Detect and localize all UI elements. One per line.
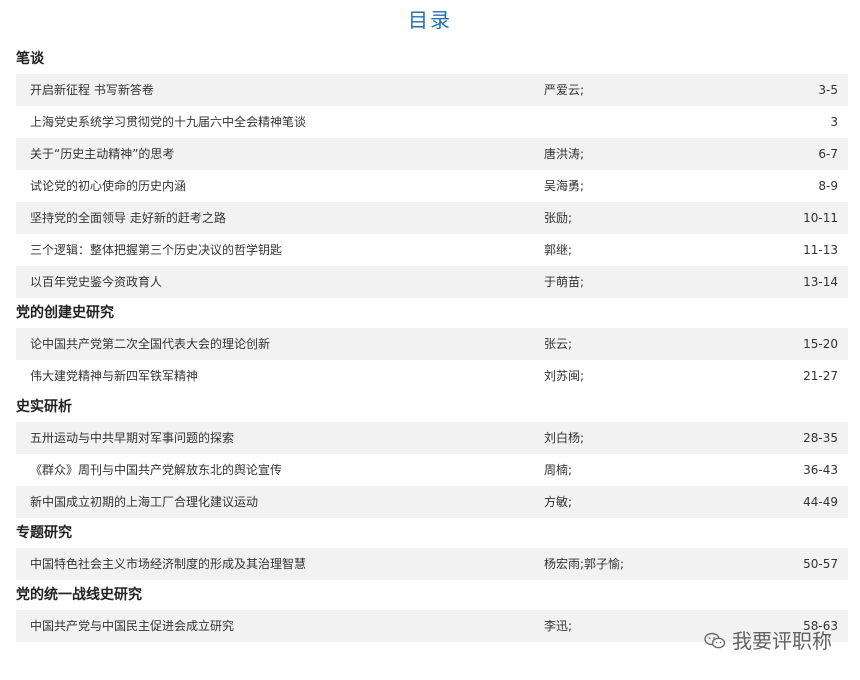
article-pages: 44-49	[803, 495, 838, 509]
article-title-link[interactable]: 五卅运动与中共早期对军事问题的探索	[30, 422, 234, 454]
article-author: 张励;	[544, 211, 573, 225]
article-title-link[interactable]: 新中国成立初期的上海工厂合理化建议运动	[30, 486, 258, 518]
article-author: 方敏;	[544, 495, 573, 509]
section-historical-analysis: 史实研析 五卅运动与中共早期对军事问题的探索 刘白杨; 28-35 《群众》周刊…	[16, 392, 848, 518]
article-title-link[interactable]: 三个逻辑：整体把握第三个历史决议的哲学钥匙	[30, 234, 282, 266]
article-pages: 10-11	[803, 211, 838, 225]
toc-row[interactable]: 三个逻辑：整体把握第三个历史决议的哲学钥匙 郭继; 11-13	[16, 234, 848, 266]
toc-row[interactable]: 上海党史系统学习贯彻党的十九届六中全会精神笔谈 3	[16, 106, 848, 138]
watermark-text: 我要评职称	[732, 629, 832, 653]
toc-row[interactable]: 以百年党史鉴今资政育人 于萌苗; 13-14	[16, 266, 848, 298]
article-pages: 21-27	[803, 369, 838, 383]
section-bitan: 笔谈 开启新征程 书写新答卷 严爱云; 3-5 上海党史系统学习贯彻党的十九届六…	[16, 44, 848, 298]
article-pages: 6-7	[818, 147, 838, 161]
article-author: 周楠;	[544, 463, 573, 477]
toc-row[interactable]: 伟大建党精神与新四军铁军精神 刘苏闽; 21-27	[16, 360, 848, 392]
article-title-link[interactable]: 中国特色社会主义市场经济制度的形成及其治理智慧	[30, 548, 306, 580]
section-party-founding-history: 党的创建史研究 论中国共产党第二次全国代表大会的理论创新 张云; 15-20 伟…	[16, 298, 848, 392]
article-title-link[interactable]: 以百年党史鉴今资政育人	[30, 266, 162, 298]
section-title: 专题研究	[16, 525, 72, 541]
toc-row[interactable]: 坚持党的全面领导 走好新的赶考之路 张励; 10-11	[16, 202, 848, 234]
article-author: 刘白杨;	[544, 431, 585, 445]
article-author: 唐洪涛;	[544, 147, 585, 161]
article-title-link[interactable]: 关于“历史主动精神”的思考	[30, 138, 174, 170]
article-pages: 50-57	[803, 557, 838, 571]
article-title-link[interactable]: 开启新征程 书写新答卷	[30, 74, 154, 106]
toc-row[interactable]: 《群众》周刊与中国共产党解放东北的舆论宣传 周楠; 36-43	[16, 454, 848, 486]
article-author: 郭继;	[544, 243, 573, 257]
page-title: 目录	[408, 8, 452, 32]
article-title-link[interactable]: 伟大建党精神与新四军铁军精神	[30, 360, 198, 392]
article-author: 张云;	[544, 337, 573, 351]
article-author: 于萌苗;	[544, 275, 585, 289]
article-pages: 3-5	[818, 83, 838, 97]
toc-row[interactable]: 开启新征程 书写新答卷 严爱云; 3-5	[16, 74, 848, 106]
article-author: 杨宏雨;郭子愉;	[544, 557, 625, 571]
article-author: 严爱云;	[544, 83, 585, 97]
article-title-link[interactable]: 《群众》周刊与中国共产党解放东北的舆论宣传	[30, 454, 282, 486]
section-title: 史实研析	[16, 399, 72, 415]
article-pages: 13-14	[803, 275, 838, 289]
toc-row[interactable]: 关于“历史主动精神”的思考 唐洪涛; 6-7	[16, 138, 848, 170]
watermark: 我要评职称	[704, 625, 832, 654]
article-author: 李迅;	[544, 619, 573, 633]
article-author: 吴海勇;	[544, 179, 585, 193]
table-of-contents: 笔谈 开启新征程 书写新答卷 严爱云; 3-5 上海党史系统学习贯彻党的十九届六…	[16, 44, 848, 642]
section-title: 笔谈	[16, 51, 44, 67]
section-title: 党的统一战线史研究	[16, 587, 142, 603]
article-pages: 28-35	[803, 431, 838, 445]
article-pages: 15-20	[803, 337, 838, 351]
wechat-icon	[704, 631, 726, 649]
article-pages: 8-9	[818, 179, 838, 193]
article-title-link[interactable]: 论中国共产党第二次全国代表大会的理论创新	[30, 328, 270, 360]
article-title-link[interactable]: 坚持党的全面领导 走好新的赶考之路	[30, 202, 226, 234]
toc-row[interactable]: 试论党的初心使命的历史内涵 吴海勇; 8-9	[16, 170, 848, 202]
article-pages: 3	[830, 115, 838, 129]
article-author: 刘苏闽;	[544, 369, 585, 383]
toc-row[interactable]: 五卅运动与中共早期对军事问题的探索 刘白杨; 28-35	[16, 422, 848, 454]
toc-row[interactable]: 论中国共产党第二次全国代表大会的理论创新 张云; 15-20	[16, 328, 848, 360]
section-title: 党的创建史研究	[16, 305, 114, 321]
article-title-link[interactable]: 上海党史系统学习贯彻党的十九届六中全会精神笔谈	[30, 106, 306, 138]
article-pages: 11-13	[803, 243, 838, 257]
section-special-topics: 专题研究 中国特色社会主义市场经济制度的形成及其治理智慧 杨宏雨;郭子愉; 50…	[16, 518, 848, 580]
toc-row[interactable]: 中国特色社会主义市场经济制度的形成及其治理智慧 杨宏雨;郭子愉; 50-57	[16, 548, 848, 580]
article-pages: 36-43	[803, 463, 838, 477]
article-title-link[interactable]: 试论党的初心使命的历史内涵	[30, 170, 186, 202]
article-title-link[interactable]: 中国共产党与中国民主促进会成立研究	[30, 610, 234, 642]
toc-row[interactable]: 新中国成立初期的上海工厂合理化建议运动 方敏; 44-49	[16, 486, 848, 518]
